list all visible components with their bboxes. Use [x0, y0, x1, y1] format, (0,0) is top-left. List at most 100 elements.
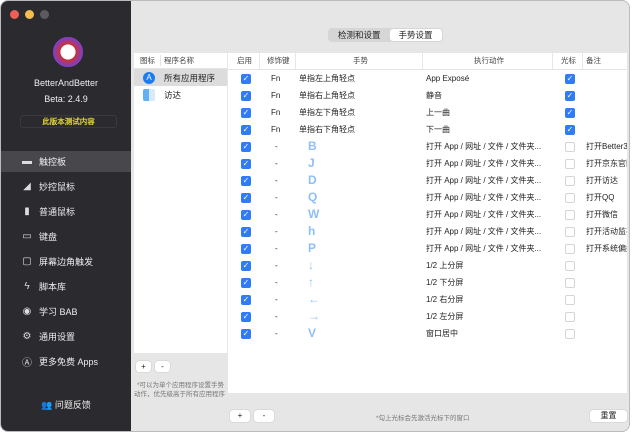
- table-row[interactable]: ✓ - ↓ 1/2 上分屏: [228, 257, 627, 274]
- gesture-table: 启用 修饰键 手势 执行动作 光标 备注 ✓ Fn 单指左上角轻点 App Ex…: [228, 53, 627, 393]
- sidebar-item-3[interactable]: ▭ 键盘: [1, 226, 131, 247]
- cursor-checkbox[interactable]: [565, 176, 575, 186]
- sidebar-item-label: 通用设置: [39, 332, 76, 342]
- sidebar-item-0[interactable]: ▬ 触控板: [1, 151, 131, 172]
- enabled-checkbox[interactable]: ✓: [241, 295, 251, 305]
- app-version: Beta: 2.4.9: [44, 94, 88, 104]
- modifier-key: Fn: [271, 108, 281, 117]
- cursor-checkbox[interactable]: [565, 142, 575, 152]
- sidebar-item-5[interactable]: ϟ 脚本库: [1, 276, 131, 297]
- col-cursor: 光标: [552, 53, 582, 69]
- cursor-note: *勾上光标会先激活光标下的窗口: [376, 415, 470, 422]
- sidebar-item-label: 屏幕边角触发: [39, 257, 94, 267]
- table-row[interactable]: ✓ Fn 单指右下角轻点 下一曲 ✓: [228, 121, 627, 138]
- feedback-link[interactable]: 👥 问题反馈: [1, 398, 131, 411]
- action-label: 上一曲: [426, 108, 450, 117]
- modifier-key: -: [275, 295, 278, 304]
- table-row[interactable]: ✓ - W 打开 App / 网址 / 文件 / 文件夹... 打开微信: [228, 206, 627, 223]
- table-row[interactable]: ✓ Fn 单指右上角轻点 静音 ✓: [228, 87, 627, 104]
- gesture-label: Q: [308, 190, 318, 204]
- table-row[interactable]: ✓ - B 打开 App / 网址 / 文件 / 文件夹... 打开Better…: [228, 138, 627, 155]
- action-label: 1/2 上分屏: [426, 261, 464, 270]
- minimize-button[interactable]: [25, 10, 34, 19]
- close-button[interactable]: [10, 10, 19, 19]
- cursor-checkbox[interactable]: ✓: [565, 91, 575, 101]
- cursor-checkbox[interactable]: [565, 193, 575, 203]
- cursor-checkbox[interactable]: [565, 159, 575, 169]
- table-row[interactable]: ✓ - V 窗口居中: [228, 325, 627, 342]
- sidebar-item-1[interactable]: ◢ 妙控鼠标: [1, 176, 131, 197]
- gesture-label: h: [308, 224, 316, 238]
- enabled-checkbox[interactable]: ✓: [241, 91, 251, 101]
- enabled-checkbox[interactable]: ✓: [241, 108, 251, 118]
- enabled-checkbox[interactable]: ✓: [241, 176, 251, 186]
- enabled-checkbox[interactable]: ✓: [241, 329, 251, 339]
- sidebar-item-2[interactable]: ▮ 普通鼠标: [1, 201, 131, 222]
- cursor-checkbox[interactable]: [565, 210, 575, 220]
- app-window: BetterAndBetter Beta: 2.4.9 此版本测试内容 ▬ 触控板…: [0, 0, 630, 432]
- cursor-checkbox[interactable]: [565, 278, 575, 288]
- enabled-checkbox[interactable]: ✓: [241, 159, 251, 169]
- reset-button[interactable]: 重置: [590, 410, 627, 422]
- action-label: 打开 App / 网址 / 文件 / 文件夹...: [426, 142, 542, 151]
- sidebar-item-6[interactable]: ◉ 学习 BAB: [1, 301, 131, 322]
- modifier-key: -: [275, 210, 278, 219]
- gesture-label: D: [308, 173, 317, 187]
- table-row[interactable]: ✓ - J 打开 App / 网址 / 文件 / 文件夹... 打开京东官网: [228, 155, 627, 172]
- table-row[interactable]: ✓ Fn 单指左上角轻点 App Exposé ✓: [228, 70, 627, 87]
- table-row[interactable]: ✓ - h 打开 App / 网址 / 文件 / 文件夹... 打开活动监视: [228, 223, 627, 240]
- enabled-checkbox[interactable]: ✓: [241, 193, 251, 203]
- table-row[interactable]: ✓ - ↑ 1/2 下分屏: [228, 274, 627, 291]
- table-row[interactable]: ✓ - D 打开 App / 网址 / 文件 / 文件夹... 打开访达: [228, 172, 627, 189]
- col-app-name: 程序名称: [160, 55, 194, 66]
- add-app-button[interactable]: +: [136, 361, 151, 372]
- enabled-checkbox[interactable]: ✓: [241, 244, 251, 254]
- sidebar-item-label: 键盘: [39, 232, 58, 242]
- table-row[interactable]: ✓ - → 1/2 左分屏: [228, 308, 627, 325]
- app-logo: [53, 37, 83, 67]
- tab-gesture-settings[interactable]: 手势设置: [389, 29, 442, 41]
- add-gesture-button[interactable]: +: [230, 410, 250, 422]
- enabled-checkbox[interactable]: ✓: [241, 312, 251, 322]
- table-row[interactable]: ✓ - Q 打开 App / 网址 / 文件 / 文件夹... 打开QQ: [228, 189, 627, 206]
- table-row[interactable]: ✓ Fn 单指左下角轻点 上一曲 ✓: [228, 104, 627, 121]
- modifier-key: -: [275, 142, 278, 151]
- enabled-checkbox[interactable]: ✓: [241, 74, 251, 84]
- gesture-label: ↑: [308, 275, 314, 289]
- action-label: 下一曲: [426, 125, 450, 134]
- enabled-checkbox[interactable]: ✓: [241, 261, 251, 271]
- cursor-checkbox[interactable]: [565, 295, 575, 305]
- tab-detect-settings[interactable]: 检测和设置: [329, 29, 390, 41]
- cursor-checkbox[interactable]: ✓: [565, 74, 575, 84]
- action-label: 静音: [426, 91, 442, 100]
- app-list: 图标 程序名称 A 所有应用程序 访达: [134, 53, 227, 353]
- sidebar-item-4[interactable]: ▢ 屏幕边角触发: [1, 251, 131, 272]
- remove-gesture-button[interactable]: -: [254, 410, 274, 422]
- remove-app-button[interactable]: -: [155, 361, 170, 372]
- cursor-checkbox[interactable]: [565, 227, 575, 237]
- enabled-checkbox[interactable]: ✓: [241, 227, 251, 237]
- app-row-all[interactable]: A 所有应用程序: [134, 69, 227, 86]
- enabled-checkbox[interactable]: ✓: [241, 278, 251, 288]
- cursor-checkbox[interactable]: [565, 312, 575, 322]
- cursor-checkbox[interactable]: [565, 244, 575, 254]
- enabled-checkbox[interactable]: ✓: [241, 142, 251, 152]
- modifier-key: -: [275, 278, 278, 287]
- table-row[interactable]: ✓ - ← 1/2 右分屏: [228, 291, 627, 308]
- zoom-button[interactable]: [40, 10, 49, 19]
- sidebar-item-8[interactable]: Ⓐ 更多免费 Apps: [1, 351, 131, 372]
- cursor-checkbox[interactable]: [565, 261, 575, 271]
- cursor-checkbox[interactable]: ✓: [565, 108, 575, 118]
- enabled-checkbox[interactable]: ✓: [241, 125, 251, 135]
- gesture-label: 单指右下角轻点: [299, 125, 355, 134]
- modifier-key: -: [275, 329, 278, 338]
- action-label: 打开 App / 网址 / 文件 / 文件夹...: [426, 193, 542, 202]
- cursor-checkbox[interactable]: ✓: [565, 125, 575, 135]
- sidebar-item-label: 妙控鼠标: [39, 182, 76, 192]
- table-row[interactable]: ✓ - P 打开 App / 网址 / 文件 / 文件夹... 打开系统偏好: [228, 240, 627, 257]
- sidebar-item-7[interactable]: ⚙ 通用设置: [1, 326, 131, 347]
- app-row-finder[interactable]: 访达: [134, 86, 227, 103]
- cursor-checkbox[interactable]: [565, 329, 575, 339]
- test-content-button[interactable]: 此版本测试内容: [20, 115, 117, 128]
- enabled-checkbox[interactable]: ✓: [241, 210, 251, 220]
